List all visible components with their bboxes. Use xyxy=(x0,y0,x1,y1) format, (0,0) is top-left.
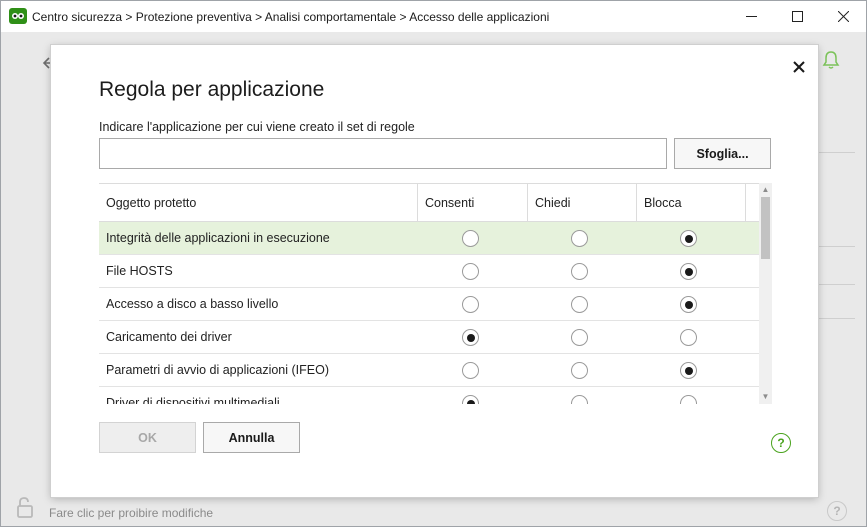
question-circle-icon[interactable]: ? xyxy=(827,501,847,521)
radio-consenti[interactable] xyxy=(462,395,479,404)
scroll-down-arrow-icon[interactable]: ▼ xyxy=(759,392,772,402)
table-row[interactable]: Accesso a disco a basso livello xyxy=(99,288,759,321)
app-icon xyxy=(9,8,27,24)
background-divider xyxy=(819,284,855,285)
radio-chiedi[interactable] xyxy=(571,230,588,247)
cancel-button[interactable]: Annulla xyxy=(203,422,300,453)
main-window: Centro sicurezza > Protezione preventiva… xyxy=(0,0,867,527)
row-label: Caricamento dei driver xyxy=(106,330,232,344)
application-field-label: Indicare l'applicazione per cui viene cr… xyxy=(99,120,415,134)
browse-button[interactable]: Sfoglia... xyxy=(674,138,771,169)
background-divider xyxy=(819,318,855,319)
radio-blocca[interactable] xyxy=(680,362,697,379)
radio-blocca[interactable] xyxy=(680,230,697,247)
maximize-icon xyxy=(791,11,803,22)
radio-chiedi[interactable] xyxy=(571,329,588,346)
title-bar: Centro sicurezza > Protezione preventiva… xyxy=(1,1,866,32)
table-row[interactable]: File HOSTS xyxy=(99,255,759,288)
close-icon xyxy=(793,61,805,73)
bell-icon[interactable] xyxy=(821,50,841,70)
minimize-icon xyxy=(745,16,757,17)
radio-consenti[interactable] xyxy=(462,329,479,346)
close-icon xyxy=(837,11,849,22)
table-row[interactable]: Integrità delle applicazioni in esecuzio… xyxy=(99,222,759,255)
radio-chiedi[interactable] xyxy=(571,296,588,313)
radio-consenti[interactable] xyxy=(462,362,479,379)
radio-blocca[interactable] xyxy=(680,263,697,280)
row-label: Integrità delle applicazioni in esecuzio… xyxy=(106,231,330,245)
window-title: Centro sicurezza > Protezione preventiva… xyxy=(32,10,550,24)
radio-consenti[interactable] xyxy=(462,263,479,280)
application-path-input[interactable] xyxy=(99,138,667,169)
close-window-button[interactable] xyxy=(820,1,866,32)
minimize-button[interactable] xyxy=(728,1,774,32)
column-header-blocca[interactable]: Blocca xyxy=(637,184,745,222)
radio-consenti[interactable] xyxy=(462,296,479,313)
table-row[interactable]: Driver di dispositivi multimediali xyxy=(99,387,759,404)
lock-footer-text[interactable]: Fare clic per proibire modifiche xyxy=(49,506,213,520)
table-row[interactable]: Caricamento dei driver xyxy=(99,321,759,354)
column-header-consenti[interactable]: Consenti xyxy=(418,184,527,222)
radio-blocca[interactable] xyxy=(680,395,697,404)
radio-consenti[interactable] xyxy=(462,230,479,247)
row-label: Parametri di avvio di applicazioni (IFEO… xyxy=(106,363,329,377)
unlocked-padlock-icon[interactable] xyxy=(15,496,35,518)
close-dialog-button[interactable] xyxy=(789,57,809,77)
background-divider xyxy=(819,152,855,153)
column-header-chiedi[interactable]: Chiedi xyxy=(528,184,636,222)
radio-blocca[interactable] xyxy=(680,296,697,313)
scroll-up-arrow-icon[interactable]: ▲ xyxy=(759,185,772,195)
ok-button[interactable]: OK xyxy=(99,422,196,453)
question-circle-icon[interactable]: ? xyxy=(771,433,791,453)
table-body: Integrità delle applicazioni in esecuzio… xyxy=(99,222,759,404)
radio-chiedi[interactable] xyxy=(571,362,588,379)
row-label: Accesso a disco a basso livello xyxy=(106,297,279,311)
radio-chiedi[interactable] xyxy=(571,263,588,280)
table-header: Oggetto protetto Consenti Chiedi Blocca xyxy=(99,184,759,222)
radio-blocca[interactable] xyxy=(680,329,697,346)
rules-table: Oggetto protetto Consenti Chiedi Blocca … xyxy=(99,183,772,404)
radio-chiedi[interactable] xyxy=(571,395,588,404)
column-divider xyxy=(745,184,746,222)
row-label: File HOSTS xyxy=(106,264,173,278)
row-label: Driver di dispositivi multimediali xyxy=(106,396,280,404)
table-scrollbar[interactable]: ▲ ▼ xyxy=(759,183,772,404)
column-header-oggetto[interactable]: Oggetto protetto xyxy=(99,184,417,222)
background-divider xyxy=(819,246,855,247)
dialog-title: Regola per applicazione xyxy=(99,78,325,101)
scroll-thumb[interactable] xyxy=(761,197,770,259)
maximize-button[interactable] xyxy=(774,1,820,32)
app-rule-dialog: Regola per applicazione Indicare l'appli… xyxy=(51,45,818,497)
table-row[interactable]: Parametri di avvio di applicazioni (IFEO… xyxy=(99,354,759,387)
